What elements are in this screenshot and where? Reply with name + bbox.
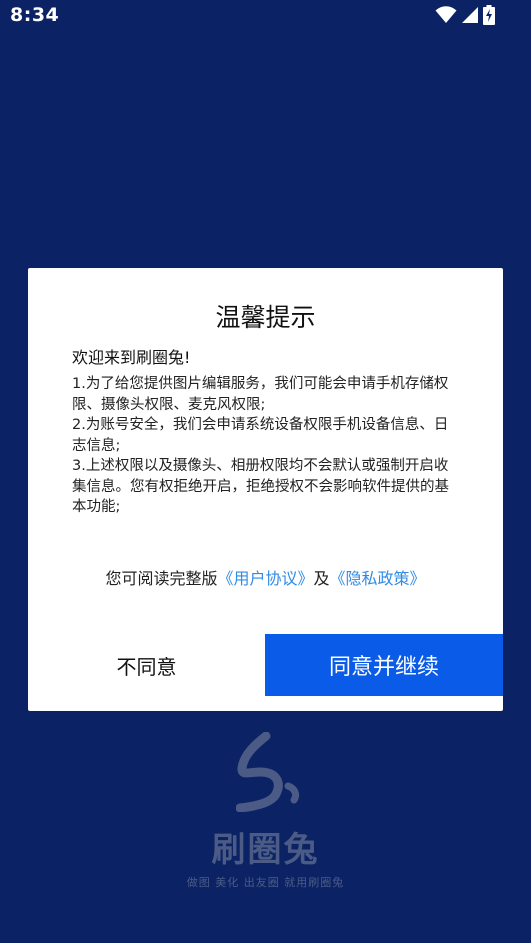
- user-agreement-link[interactable]: 《用户协议》: [217, 569, 313, 588]
- permission-dialog: 温馨提示 欢迎来到刷圈兔! 1.为了给您提供图片编辑服务，我们可能会申请手机存储…: [28, 268, 503, 711]
- dialog-body: 1.为了给您提供图片编辑服务，我们可能会申请手机存储权限、摄像头权限、麦克风权限…: [72, 374, 462, 518]
- status-time: 8:34: [10, 4, 60, 26]
- dialog-greeting: 欢迎来到刷圈兔!: [72, 348, 191, 367]
- dialog-paragraph: 1.为了给您提供图片编辑服务，我们可能会申请手机存储权限、摄像头权限、麦克风权限…: [72, 376, 449, 413]
- agree-continue-button[interactable]: 同意并继续: [265, 634, 503, 696]
- brand-name: 刷圈兔: [211, 830, 320, 870]
- disagree-button[interactable]: 不同意: [28, 634, 265, 696]
- status-icons: [435, 5, 495, 25]
- policy-line: 您可阅读完整版《用户协议》及《隐私政策》: [28, 565, 503, 589]
- status-bar: 8:34: [0, 0, 531, 30]
- privacy-policy-link[interactable]: 《隐私政策》: [330, 569, 426, 588]
- dialog-paragraph: 2.为账号安全，我们会申请系统设备权限手机设备信息、日志信息;: [72, 417, 449, 454]
- battery-charging-icon: [483, 5, 495, 25]
- wifi-icon: [435, 6, 457, 24]
- dialog-title: 温馨提示: [215, 303, 316, 332]
- signal-icon: [461, 6, 479, 24]
- brand-slogan: 做图 美化 出友圈 就用刷圈兔: [186, 876, 345, 889]
- policy-conjunction: 及: [313, 569, 330, 588]
- app-logo-icon: [235, 731, 302, 816]
- dialog-paragraph: 3.上述权限以及摄像头、相册权限均不会默认或强制开启收集信息。您有权拒绝开启，拒…: [72, 458, 449, 515]
- policy-prefix: 您可阅读完整版: [105, 569, 218, 588]
